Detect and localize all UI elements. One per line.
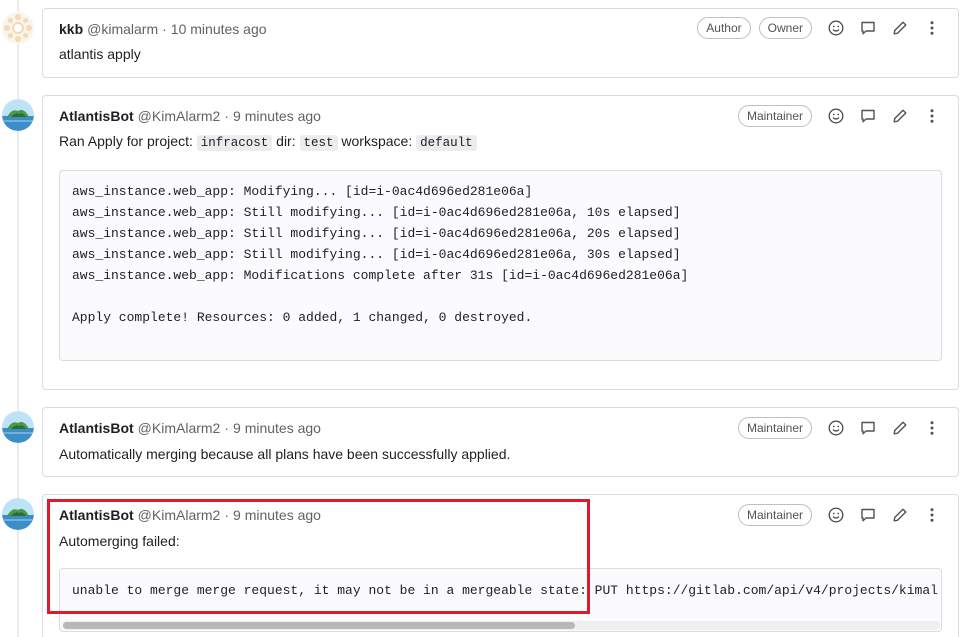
note-header: kkb @kimalarm · 10 minutes ago [59, 19, 267, 39]
comment-icon [861, 21, 875, 35]
timestamp[interactable]: 9 minutes ago [233, 420, 321, 436]
edit-button[interactable] [884, 16, 916, 40]
author-handle[interactable]: @kimalarm [87, 21, 158, 37]
separator: · [224, 108, 230, 124]
note-body: Ran Apply for project: infracost dir: te… [59, 133, 477, 151]
author-name[interactable]: AtlantisBot [59, 507, 134, 523]
note-actions: Author Owner [697, 16, 948, 40]
code-line: aws_instance.web_app: Still modifying...… [72, 247, 681, 262]
note-body: Automerging failed: [59, 533, 180, 549]
author-handle[interactable]: @KimAlarm2 [138, 507, 221, 523]
author-handle[interactable]: @KimAlarm2 [138, 108, 221, 124]
timeline-line [17, 0, 19, 637]
more-actions-button[interactable] [916, 104, 948, 128]
maintainer-badge: Maintainer [737, 504, 812, 526]
smiley-icon [828, 420, 844, 436]
avatar-atlantisbot[interactable] [2, 99, 34, 131]
code-block: aws_instance.web_app: Modifying... [id=i… [59, 170, 942, 361]
author-badge: Author [697, 17, 751, 39]
timestamp[interactable]: 10 minutes ago [171, 21, 267, 37]
more-actions-button[interactable] [916, 16, 948, 40]
note-apply-result: AtlantisBot @KimAlarm2 · 9 minutes ago M… [42, 95, 959, 390]
note-header: AtlantisBot @KimAlarm2 · 9 minutes ago [59, 106, 321, 126]
edit-button[interactable] [884, 104, 916, 128]
comment-icon [861, 109, 875, 123]
author-name[interactable]: AtlantisBot [59, 108, 134, 124]
note-actions: Maintainer [737, 416, 948, 440]
reply-button[interactable] [852, 503, 884, 527]
kebab-menu-icon [930, 109, 934, 123]
note-header: AtlantisBot @KimAlarm2 · 9 minutes ago [59, 418, 321, 438]
code-line: unable to merge merge request, it may no… [72, 583, 938, 598]
edit-button[interactable] [884, 503, 916, 527]
add-reaction-button[interactable] [820, 104, 852, 128]
add-reaction-button[interactable] [820, 416, 852, 440]
code-line: aws_instance.web_app: Still modifying...… [72, 205, 681, 220]
reply-button[interactable] [852, 416, 884, 440]
pencil-icon [893, 21, 907, 35]
reply-button[interactable] [852, 16, 884, 40]
code-line: aws_instance.web_app: Modifications comp… [72, 268, 689, 283]
author-name[interactable]: AtlantisBot [59, 420, 134, 436]
timestamp[interactable]: 9 minutes ago [233, 108, 321, 124]
timestamp[interactable]: 9 minutes ago [233, 507, 321, 523]
note-auto-merge: AtlantisBot @KimAlarm2 · 9 minutes ago M… [42, 407, 959, 477]
dir-code: test [299, 135, 338, 151]
pencil-icon [893, 421, 907, 435]
smiley-icon [828, 20, 844, 36]
pencil-icon [893, 109, 907, 123]
note-actions: Maintainer [737, 104, 948, 128]
note-body: Automatically merging because all plans … [59, 446, 511, 462]
comment-icon [861, 421, 875, 435]
horizontal-scrollbar[interactable] [62, 621, 940, 630]
body-text: Ran Apply for project: [59, 133, 193, 149]
smiley-icon [828, 507, 844, 523]
note-actions: Maintainer [737, 503, 948, 527]
separator: · [162, 21, 167, 37]
maintainer-badge: Maintainer [737, 105, 812, 127]
pencil-icon [893, 508, 907, 522]
avatar-atlantisbot[interactable] [2, 411, 34, 443]
separator: · [224, 420, 230, 436]
workspace-code: default [416, 135, 477, 151]
note-header: AtlantisBot @KimAlarm2 · 9 minutes ago [59, 505, 321, 525]
project-code: infracost [196, 135, 273, 151]
add-reaction-button[interactable] [820, 16, 852, 40]
note-body: atlantis apply [59, 46, 141, 62]
note-kkb: kkb @kimalarm · 10 minutes ago Author Ow… [42, 8, 959, 78]
separator: · [224, 507, 230, 523]
body-text: workspace: [341, 133, 413, 149]
code-line: Apply complete! Resources: 0 added, 1 ch… [72, 310, 533, 325]
add-reaction-button[interactable] [820, 503, 852, 527]
owner-badge: Owner [758, 17, 812, 39]
reply-button[interactable] [852, 104, 884, 128]
comment-icon [861, 508, 875, 522]
code-line: aws_instance.web_app: Still modifying...… [72, 226, 681, 241]
kebab-menu-icon [930, 508, 934, 522]
kebab-menu-icon [930, 21, 934, 35]
code-block: unable to merge merge request, it may no… [59, 568, 942, 632]
scrollbar-thumb[interactable] [63, 622, 575, 629]
more-actions-button[interactable] [916, 416, 948, 440]
avatar-atlantisbot[interactable] [2, 498, 34, 530]
smiley-icon [828, 108, 844, 124]
author-handle[interactable]: @KimAlarm2 [138, 420, 221, 436]
more-actions-button[interactable] [916, 503, 948, 527]
avatar-kkb[interactable] [2, 12, 34, 44]
code-line: aws_instance.web_app: Modifying... [id=i… [72, 184, 533, 199]
body-text: dir: [276, 133, 296, 149]
maintainer-badge: Maintainer [737, 417, 812, 439]
kebab-menu-icon [930, 421, 934, 435]
note-automerge-failed: AtlantisBot @KimAlarm2 · 9 minutes ago M… [42, 494, 959, 637]
author-name[interactable]: kkb [59, 21, 83, 37]
edit-button[interactable] [884, 416, 916, 440]
